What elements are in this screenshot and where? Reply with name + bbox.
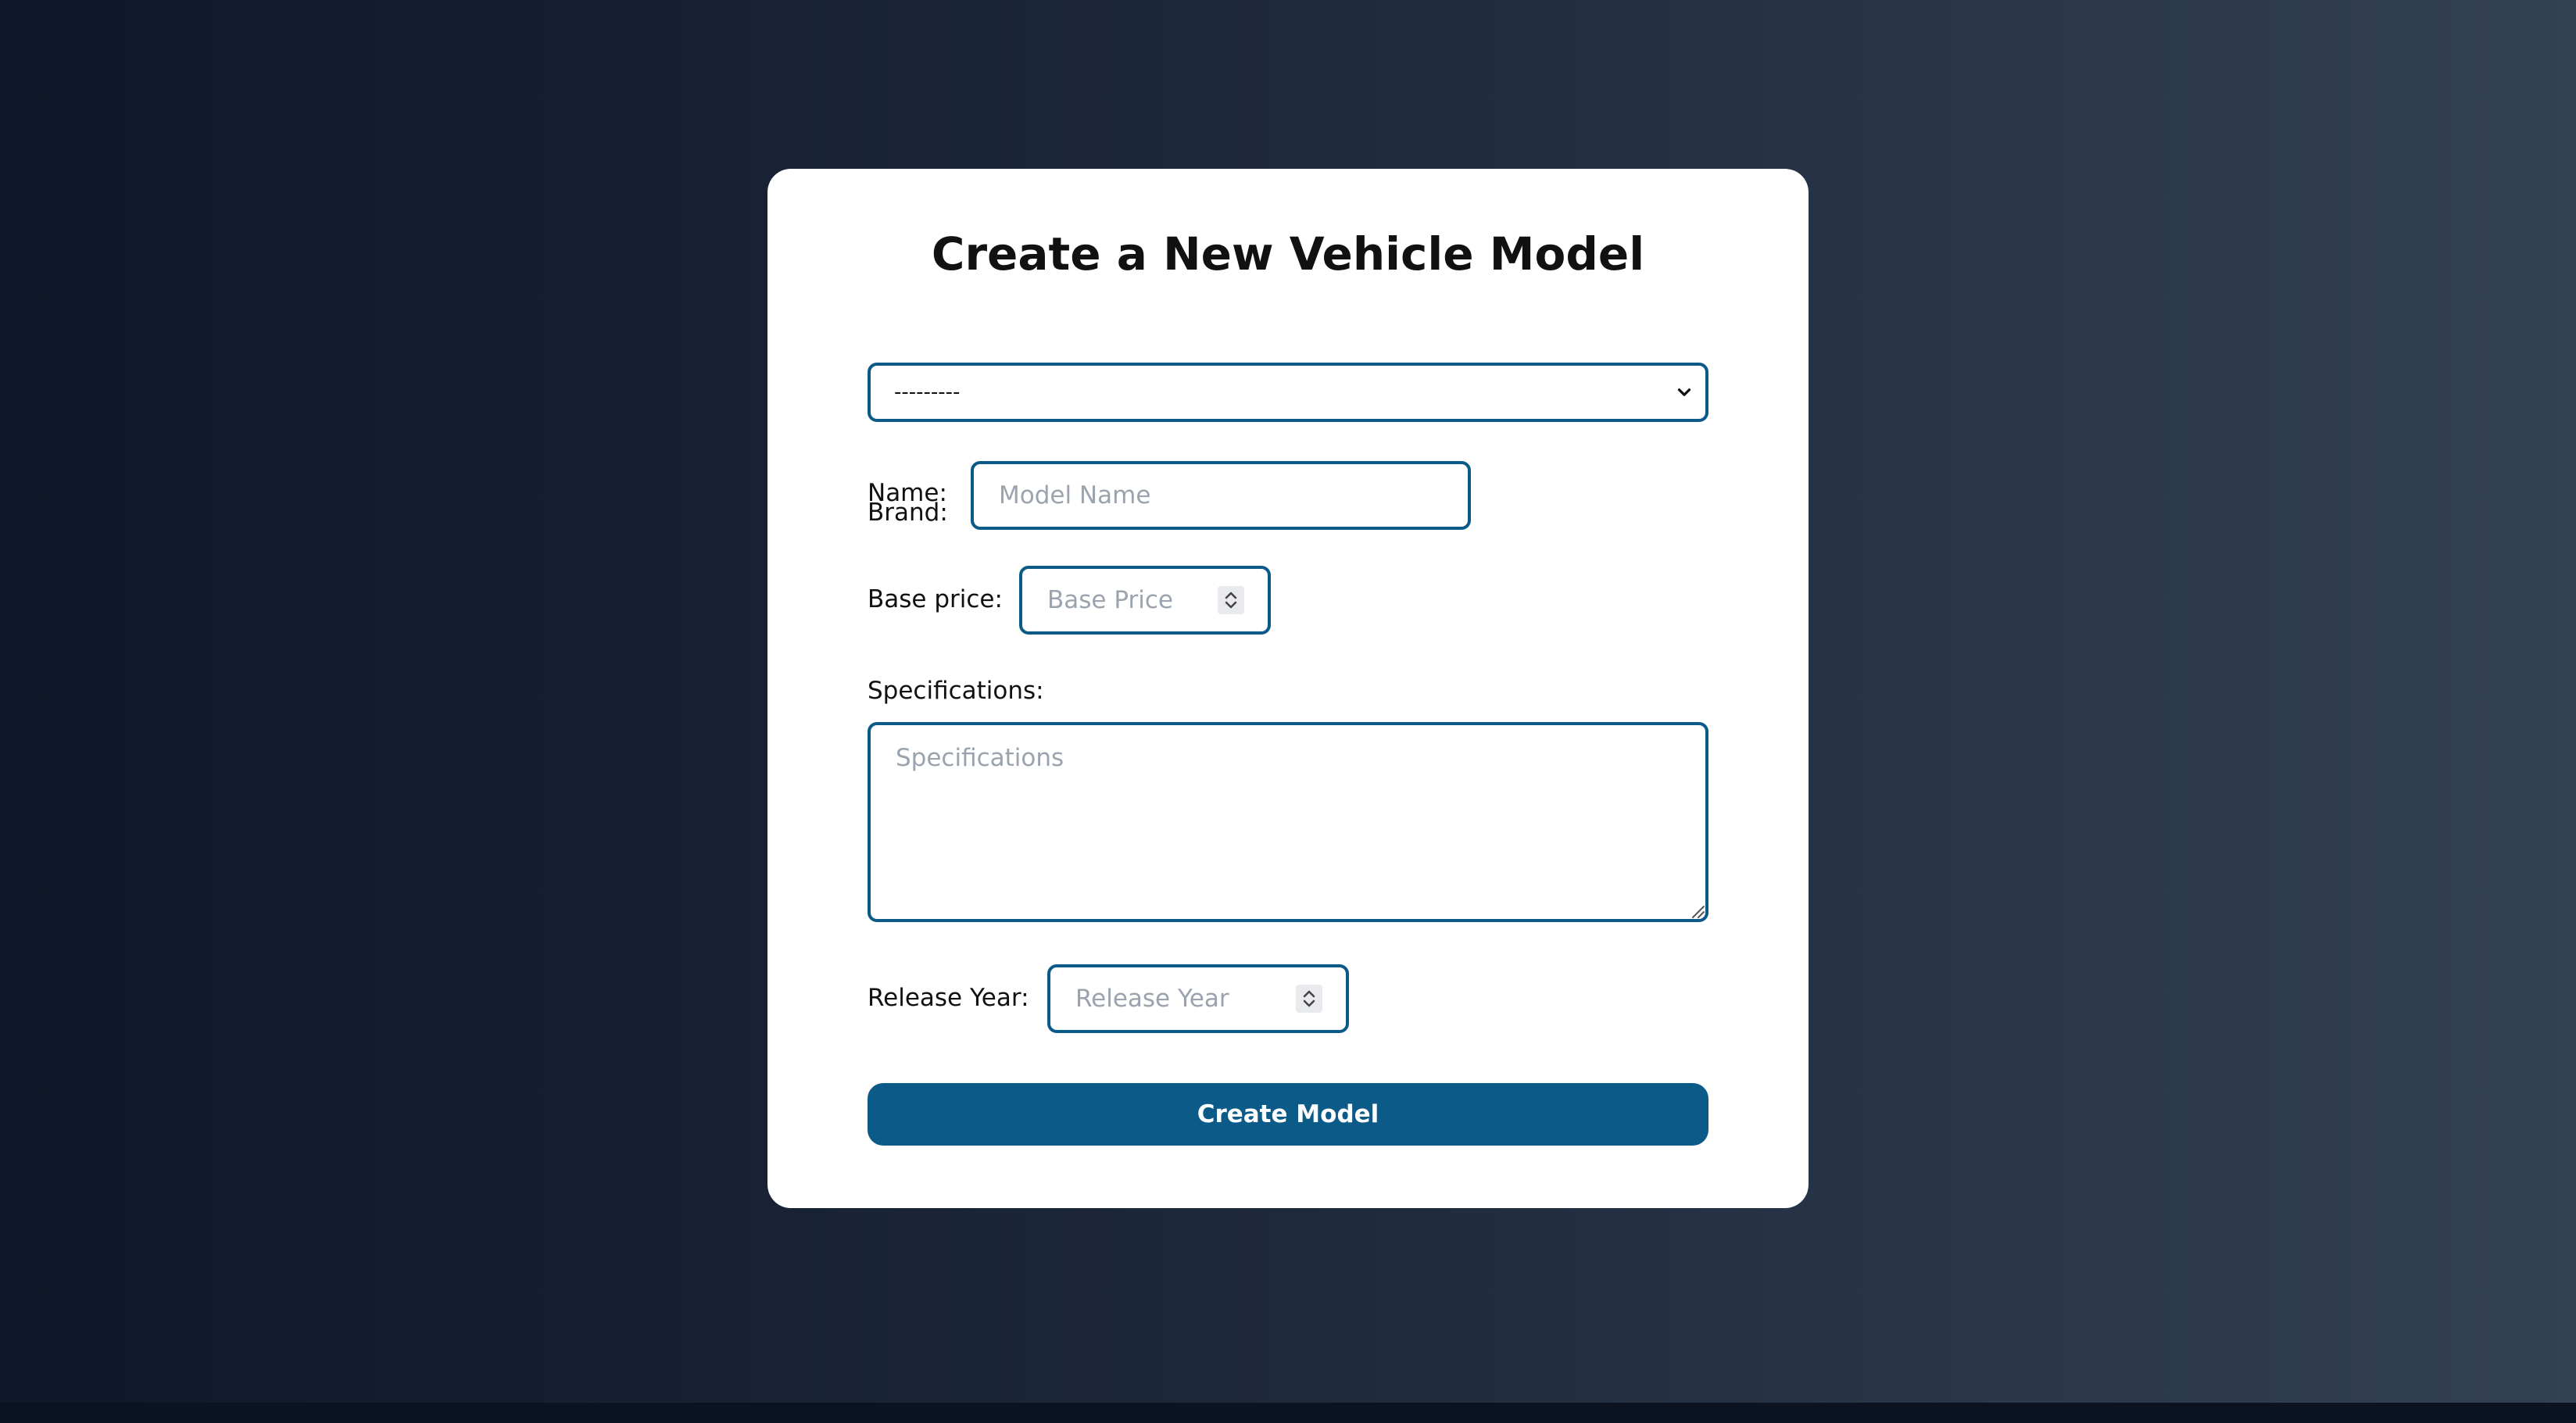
bottom-strip [0, 1403, 2576, 1423]
specifications-label: Specifications: [868, 677, 1044, 705]
brand-select-value: --------- [894, 381, 961, 404]
base-price-label: Base price: [868, 585, 1003, 613]
brand-select[interactable]: --------- [868, 363, 1708, 422]
model-name-input[interactable] [971, 461, 1471, 530]
page-title: Create a New Vehicle Model [931, 227, 1645, 281]
specifications-wrapper [868, 722, 1708, 922]
base-price-wrapper [1019, 566, 1271, 635]
create-model-button[interactable]: Create Model [868, 1083, 1708, 1146]
spinner-arrows-icon [1303, 990, 1315, 1007]
create-model-card: Create a New Vehicle Model Brand: ------… [767, 169, 1809, 1208]
name-label: Name: [868, 479, 947, 507]
resize-grip-icon[interactable] [1688, 902, 1705, 919]
release-year-spinner[interactable] [1296, 985, 1322, 1013]
specifications-textarea[interactable] [868, 722, 1708, 922]
release-year-wrapper [1047, 964, 1349, 1033]
base-price-spinner[interactable] [1218, 586, 1244, 614]
release-year-label: Release Year: [868, 984, 1029, 1012]
spinner-arrows-icon [1225, 592, 1237, 609]
chevron-down-icon [1677, 388, 1691, 396]
